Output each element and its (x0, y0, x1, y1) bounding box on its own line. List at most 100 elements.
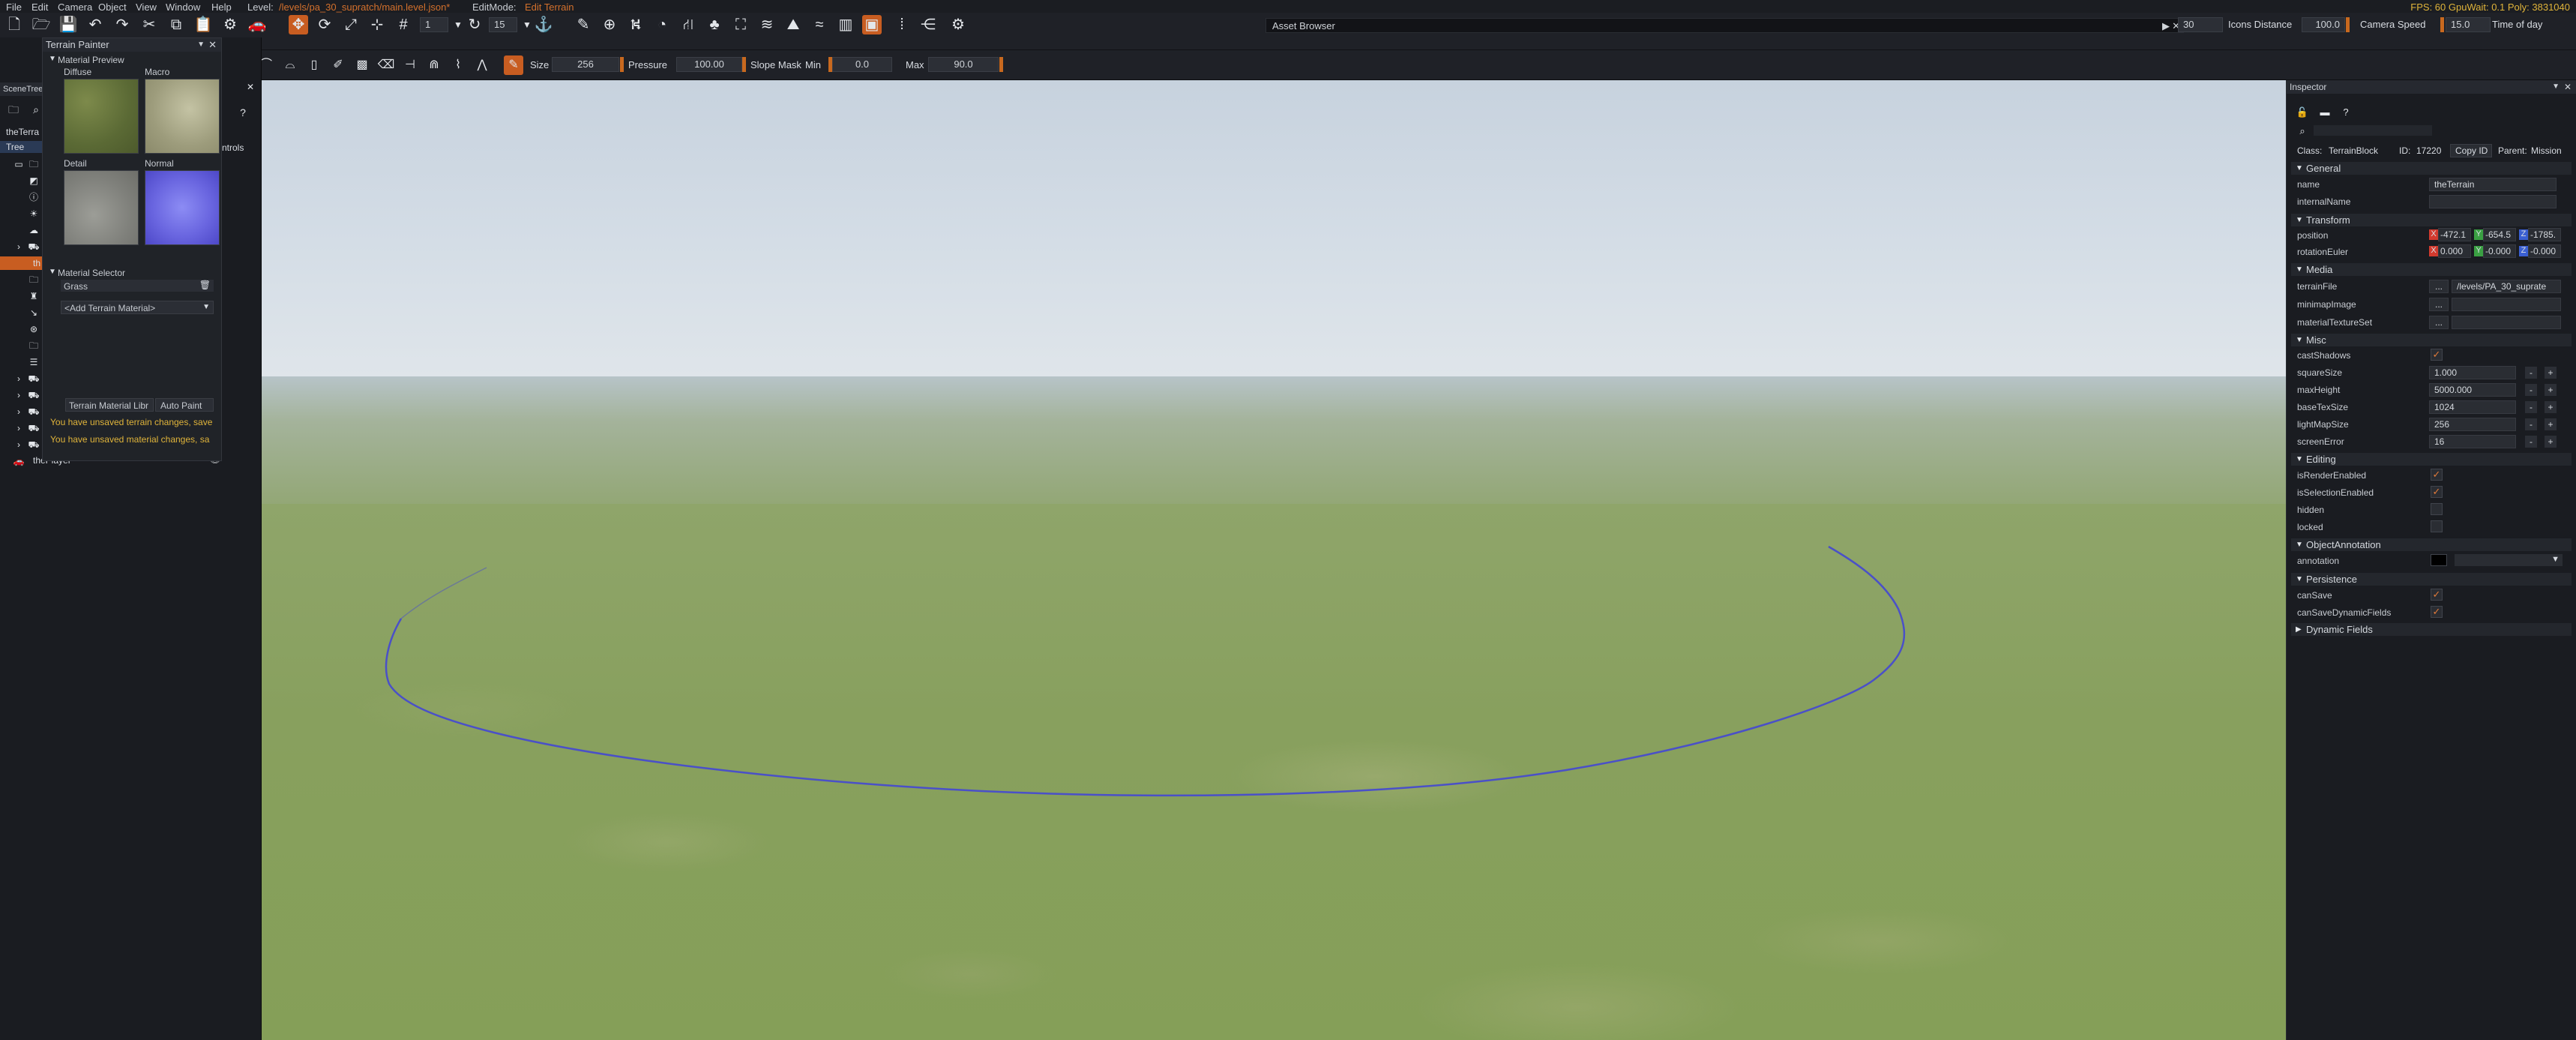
icons-distance-value[interactable]: 30 (2178, 17, 2223, 32)
lock-icon[interactable]: 🔓 (2296, 105, 2309, 118)
folder-add-icon[interactable]: 🗀 (6, 102, 21, 117)
time-slider-handle[interactable] (2440, 17, 2444, 32)
square-size-field[interactable]: 1.000 (2429, 366, 2516, 379)
macro-thumbnail[interactable] (145, 79, 220, 154)
snap-value[interactable]: 1 (420, 17, 448, 32)
collapse-icon[interactable]: ▼ (49, 268, 56, 276)
flatten-brush-icon[interactable]: ⌓ (280, 55, 300, 75)
hole-brush-icon[interactable]: ▩ (352, 55, 372, 75)
material-set-field[interactable] (2452, 316, 2561, 329)
scene-tree-tab[interactable]: SceneTree (0, 82, 43, 96)
save-icon[interactable]: 💾 (58, 15, 78, 34)
slope-min-value[interactable]: 0.0 (832, 57, 892, 72)
camera-icon[interactable]: ⚙ (948, 15, 968, 34)
can-save-checkbox[interactable]: ✓ (2431, 589, 2443, 601)
rotate-snap-value[interactable]: 15 (489, 17, 517, 32)
detail-thumbnail[interactable] (64, 170, 139, 245)
terrain-raise-icon[interactable]: ⛰ (783, 15, 803, 34)
raise-brush-icon[interactable]: ⋀ (472, 55, 492, 75)
section-misc[interactable]: Misc (2291, 334, 2572, 346)
chevron-down-icon[interactable]: ▼ (202, 303, 210, 311)
material-selector-header[interactable]: Material Selector (58, 268, 125, 278)
decal-road-icon[interactable]: ⛙ (678, 15, 698, 34)
position-y-field[interactable]: -654.5 (2483, 228, 2516, 241)
terrain-paint-icon[interactable]: ▣ (862, 15, 882, 34)
inspector-title[interactable]: Inspector ▼ ✕ (2287, 80, 2576, 94)
library-icon[interactable]: ▥ (836, 15, 855, 34)
material-preview-header[interactable]: Material Preview (58, 55, 124, 65)
expand-icon[interactable]: › (12, 240, 25, 253)
section-dynamic-fields[interactable]: Dynamic Fields (2291, 623, 2572, 636)
trash-icon[interactable]: 🗑 (199, 280, 211, 290)
section-persistence[interactable]: Persistence (2291, 573, 2572, 586)
rotation-y-field[interactable]: -0.000 (2483, 244, 2516, 258)
terrain-painter-title[interactable]: Terrain Painter ▼ ✕ (43, 38, 221, 52)
3d-viewport[interactable] (262, 80, 2286, 1040)
expand-icon[interactable]: › (12, 405, 25, 418)
inspector-search-input[interactable] (2314, 125, 2432, 136)
paint-material-icon[interactable]: ✎ (504, 55, 523, 75)
dropdown-icon[interactable]: ▼ (2552, 80, 2560, 94)
selected-tree-row[interactable]: th (0, 256, 42, 270)
close-icon[interactable]: ✕ (208, 38, 217, 52)
material-list-item[interactable]: Grass 🗑 (61, 280, 214, 292)
material-set-browse-button[interactable]: ... (2429, 316, 2449, 329)
id-card-icon[interactable]: ▬ (2318, 105, 2332, 118)
section-editing[interactable]: Editing (2291, 453, 2572, 466)
section-media[interactable]: Media (2291, 263, 2572, 276)
copy-icon[interactable]: ⧉ (166, 15, 186, 34)
asset-browser-bar[interactable]: Asset Browser ▶ ✕ (1266, 18, 2184, 33)
base-tex-decrement[interactable]: - (2525, 401, 2537, 413)
menu-object[interactable]: Object (98, 1, 127, 13)
base-tex-field[interactable]: 1024 (2429, 400, 2516, 414)
expand-icon[interactable]: › (12, 372, 25, 385)
undo-icon[interactable]: ↶ (85, 15, 105, 34)
rotate-gizmo-icon[interactable]: ⟳ (315, 15, 334, 34)
close-icon[interactable]: ✕ (244, 81, 256, 93)
terrain-file-browse-button[interactable]: ... (2429, 280, 2449, 293)
annotation-dropdown[interactable]: ▼ (2455, 554, 2563, 566)
grid-snap-icon[interactable]: # (394, 15, 413, 34)
name-field[interactable]: theTerrain (2429, 178, 2557, 191)
hidden-checkbox[interactable] (2431, 503, 2443, 515)
cast-shadows-checkbox[interactable]: ✓ (2431, 349, 2443, 361)
close-icon[interactable]: ✕ (2564, 80, 2572, 94)
base-tex-increment[interactable]: + (2545, 401, 2557, 413)
nodes-icon[interactable]: ⋲ (918, 15, 938, 34)
new-file-icon[interactable]: 🗋 (4, 15, 24, 34)
redo-icon[interactable]: ↷ (112, 15, 132, 34)
anchor-icon[interactable]: ⚓ (534, 15, 553, 34)
height-brush-icon[interactable]: ⊣ (400, 55, 420, 75)
copy-id-button[interactable]: Copy ID (2450, 144, 2492, 157)
expand-icon[interactable]: › (12, 421, 25, 435)
brush-size-handle[interactable] (620, 57, 624, 72)
screen-error-increment[interactable]: + (2545, 436, 2557, 448)
brush-size-value[interactable]: 256 (552, 57, 619, 72)
can-save-dynamic-checkbox[interactable]: ✓ (2431, 606, 2443, 618)
lightmap-field[interactable]: 256 (2429, 418, 2516, 431)
square-size-increment[interactable]: + (2545, 367, 2557, 379)
render-enabled-checkbox[interactable]: ✓ (2431, 469, 2443, 481)
layers-icon[interactable]: ≋ (757, 15, 777, 34)
normal-thumbnail[interactable] (145, 170, 220, 245)
search-icon[interactable]: ⌕ (2296, 124, 2309, 137)
add-material-dropdown[interactable]: <Add Terrain Material> ▼ (61, 301, 214, 314)
menu-help[interactable]: Help (211, 1, 232, 13)
eraser-icon[interactable]: ⌫ (376, 55, 396, 75)
collapse-icon[interactable]: ▼ (49, 55, 56, 63)
menu-window[interactable]: Window (166, 1, 200, 13)
time-of-day-value[interactable]: 15.0 (2446, 17, 2491, 32)
menu-edit[interactable]: Edit (31, 1, 48, 13)
pressure-handle[interactable] (742, 57, 746, 72)
pencil-icon[interactable]: ✎ (574, 15, 593, 34)
selection-enabled-checkbox[interactable]: ✓ (2431, 486, 2443, 498)
settings-gear-icon[interactable]: ⚙ (220, 15, 240, 34)
tree-tab[interactable]: Tree (0, 141, 42, 153)
road-icon[interactable]: ⛕ (626, 15, 645, 34)
max-height-increment[interactable]: + (2545, 384, 2557, 396)
pressure-value[interactable]: 100.00 (676, 57, 742, 72)
axis-gizmo-icon[interactable]: ⊹ (367, 15, 387, 34)
lightmap-decrement[interactable]: - (2525, 418, 2537, 430)
open-folder-icon[interactable]: 🗁 (31, 15, 51, 34)
position-z-field[interactable]: -1785. (2528, 228, 2561, 241)
